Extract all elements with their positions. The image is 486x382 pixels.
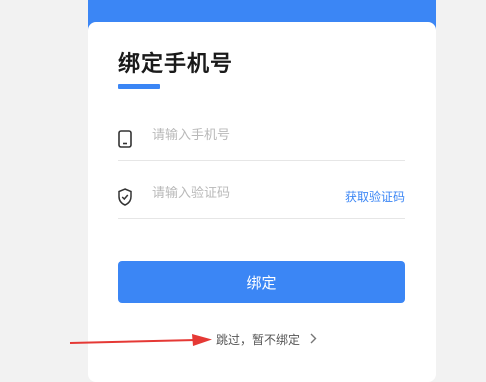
- verification-code-field: 获取验证码: [118, 178, 405, 219]
- get-code-button[interactable]: 获取验证码: [345, 188, 405, 205]
- verification-code-input[interactable]: [152, 186, 332, 201]
- phone-icon: [118, 130, 132, 148]
- skip-bind-label: 跳过，暂不绑定: [216, 333, 301, 347]
- chevron-right-icon: [310, 333, 317, 347]
- shield-check-icon: [118, 188, 132, 206]
- title-underline: [118, 84, 160, 89]
- page-title: 绑定手机号: [118, 52, 234, 77]
- skip-bind-link[interactable]: 跳过，暂不绑定: [216, 331, 317, 348]
- bind-button[interactable]: 绑定: [118, 261, 405, 303]
- bind-phone-card: 绑定手机号 获取验证码 绑定 跳过，暂不绑定: [88, 22, 436, 382]
- phone-field: [118, 120, 405, 161]
- phone-input[interactable]: [152, 128, 332, 143]
